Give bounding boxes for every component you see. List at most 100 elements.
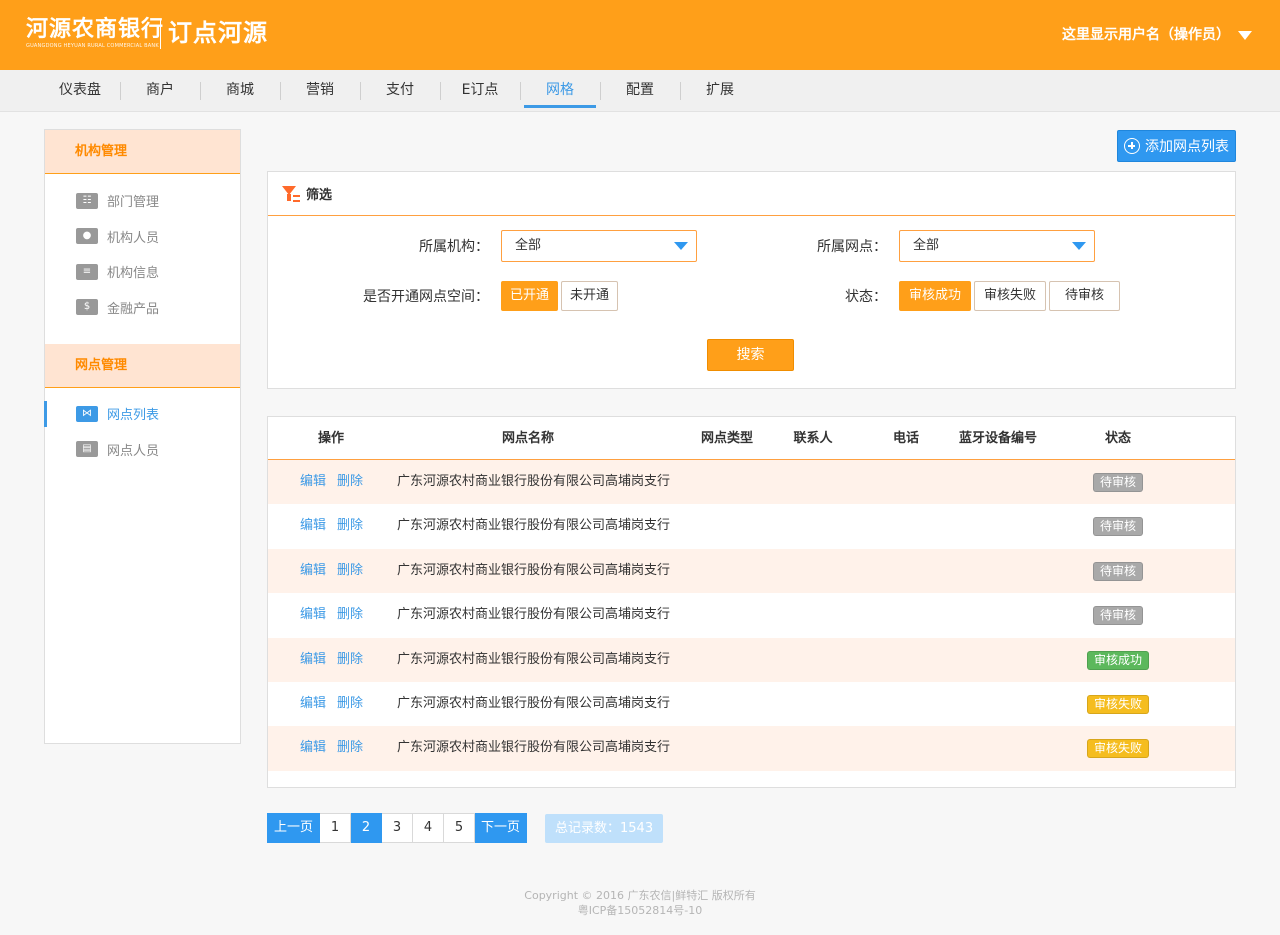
person-icon: ●: [76, 228, 98, 245]
bank-logo[interactable]: 河源农商银行 GUANGDONG HEYUAN RURAL COMMERCIAL…: [26, 17, 165, 51]
branch-name-cell: 广东河源农村商业银行股份有限公司高埔岗支行: [397, 562, 671, 578]
table-row: 编辑 删除 广东河源农村商业银行股份有限公司高埔岗支行 审核失败: [268, 682, 1235, 726]
table-header: 操作 网点名称 网点类型 联系人 电话 蓝牙设备编号 状态: [268, 417, 1235, 460]
page-button-3[interactable]: 3: [382, 813, 414, 843]
table-row: 编辑 删除 广东河源农村商业银行股份有限公司高埔岗支行 待审核: [268, 504, 1235, 548]
branch-name-cell: 广东河源农村商业银行股份有限公司高埔岗支行: [397, 607, 671, 623]
delete-link[interactable]: 删除: [337, 460, 363, 504]
add-branch-button[interactable]: 添加网点列表: [1117, 130, 1236, 162]
table-row: 编辑 删除 广东河源农村商业银行股份有限公司高埔岗支行 待审核: [268, 593, 1235, 637]
page-button-4[interactable]: 4: [413, 813, 445, 843]
sidebar-item-org-info[interactable]: ≡ 机构信息: [45, 254, 240, 290]
user-name: 这里显示用户名（操作员）: [1062, 27, 1230, 43]
edit-link[interactable]: 编辑: [300, 504, 326, 548]
pagination: 上一页 1 2 3 4 5 下一页: [267, 813, 528, 843]
status-badge: 待审核: [1093, 473, 1144, 492]
nav-item-dashboard[interactable]: 仪表盘: [40, 70, 120, 112]
table-row: 编辑 删除 广东河源农村商业银行股份有限公司高埔岗支行 待审核: [268, 460, 1235, 505]
edit-link[interactable]: 编辑: [300, 638, 326, 682]
app-slogan: 订点河源: [168, 19, 268, 47]
sidebar-item-label: 机构信息: [107, 266, 160, 282]
id-card-icon: ▤: [76, 441, 98, 458]
status-badge: 审核失败: [1087, 739, 1150, 759]
money-icon: $: [76, 299, 98, 316]
org-chart-icon: ☷: [76, 192, 98, 209]
filter-funnel-icon: [282, 185, 300, 203]
edit-link[interactable]: 编辑: [300, 460, 326, 504]
column-header-branch-type: 网点类型: [700, 431, 753, 446]
icp-text: 粤ICP备15052814号-10: [577, 904, 703, 917]
status-option-approved[interactable]: 审核成功: [899, 281, 971, 311]
dropdown-triangle-icon: [1072, 242, 1086, 250]
space-option-not-opened[interactable]: 未开通: [561, 281, 618, 311]
column-header-bluetooth: 蓝牙设备编号: [958, 431, 1037, 446]
status-badge: 待审核: [1093, 606, 1144, 626]
table-row: 编辑 删除 广东河源农村商业银行股份有限公司高埔岗支行 审核失败: [268, 726, 1235, 771]
next-page-button[interactable]: 下一页: [475, 813, 528, 843]
status-badge: 审核失败: [1087, 694, 1150, 714]
search-button[interactable]: 搜索: [707, 339, 794, 371]
filter-header: 筛选: [268, 172, 1235, 216]
branch-name-cell: 广东河源农村商业银行股份有限公司高埔岗支行: [397, 518, 671, 534]
table-row: 编辑 删除 广东河源农村商业银行股份有限公司高埔岗支行 审核成功: [268, 637, 1235, 682]
org-filter-label: 所属机构：: [419, 239, 489, 255]
table-row: 编辑 删除 广东河源农村商业银行股份有限公司高埔岗支行 待审核: [268, 548, 1235, 594]
nav-item-mall[interactable]: 商城: [200, 70, 280, 112]
page-button-5[interactable]: 5: [444, 813, 476, 843]
delete-link[interactable]: 删除: [337, 504, 363, 548]
edit-link[interactable]: 编辑: [300, 726, 326, 770]
dropdown-triangle-icon: [674, 242, 688, 250]
branch-name-cell: 广东河源农村商业银行股份有限公司高埔岗支行: [397, 740, 671, 756]
delete-link[interactable]: 删除: [337, 638, 363, 682]
column-header-actions: 操作: [317, 431, 344, 446]
nav-item-config[interactable]: 配置: [600, 70, 680, 112]
total-records: 总记录数：1543: [545, 814, 664, 843]
sidebar-item-label: 网点列表: [107, 408, 160, 424]
nav-item-extensions[interactable]: 扩展: [680, 70, 760, 112]
document-icon: ≡: [76, 263, 98, 280]
total-records-value: 1543: [620, 821, 654, 836]
sidebar-group-branch: 网点管理: [45, 344, 240, 388]
branch-name-cell: 广东河源农村商业银行股份有限公司高埔岗支行: [397, 474, 671, 489]
column-header-status: 状态: [1104, 431, 1131, 446]
page-button-2[interactable]: 2: [351, 813, 383, 843]
user-menu[interactable]: 这里显示用户名（操作员）: [1062, 25, 1252, 45]
nav-item-e-order[interactable]: E订点: [440, 70, 520, 112]
status-option-pending[interactable]: 待审核: [1049, 281, 1120, 311]
branch-select[interactable]: 全部: [899, 230, 1095, 262]
status-badge: 待审核: [1093, 561, 1144, 581]
sidebar-item-label: 网点人员: [107, 443, 160, 459]
sidebar-item-departments[interactable]: ☷ 部门管理: [45, 183, 240, 219]
footer: Copyright © 2016 广东农信|鲜特汇 版权所有 粤ICP备1505…: [0, 888, 1280, 918]
edit-link[interactable]: 编辑: [300, 682, 326, 726]
edit-link[interactable]: 编辑: [300, 593, 326, 637]
prev-page-button[interactable]: 上一页: [267, 813, 321, 843]
network-icon: ⋈: [76, 405, 98, 422]
sidebar-item-branch-list[interactable]: ⋈ 网点列表: [44, 396, 240, 432]
delete-link[interactable]: 删除: [337, 726, 363, 770]
nav-item-merchants[interactable]: 商户: [120, 70, 200, 112]
delete-link[interactable]: 删除: [337, 682, 363, 726]
branch-select-value: 全部: [913, 238, 940, 253]
sidebar-item-branch-staff[interactable]: ▤ 网点人员: [45, 432, 240, 468]
logo-subtext: GUANGDONG HEYUAN RURAL COMMERCIAL BANK: [26, 43, 159, 49]
nav-item-marketing[interactable]: 营销: [280, 70, 360, 112]
copyright-text: Copyright © 2016 广东农信|鲜特汇 版权所有: [524, 889, 756, 902]
org-select-value: 全部: [515, 238, 542, 253]
status-option-rejected[interactable]: 审核失败: [974, 281, 1046, 311]
main-nav: 仪表盘 商户 商城 营销 支付 E订点 网格 配置 扩展: [0, 70, 1280, 112]
space-option-opened[interactable]: 已开通: [501, 281, 558, 311]
nav-item-grid[interactable]: 网格: [520, 70, 600, 112]
page-button-1[interactable]: 1: [320, 813, 352, 843]
sidebar-item-financial-products[interactable]: $ 金融产品: [45, 290, 240, 326]
nav-item-payment[interactable]: 支付: [360, 70, 440, 112]
edit-link[interactable]: 编辑: [300, 549, 326, 593]
delete-link[interactable]: 删除: [337, 593, 363, 637]
sidebar-item-org-staff[interactable]: ● 机构人员: [45, 219, 240, 255]
plus-circle-icon: [1124, 138, 1140, 154]
logo-text: 河源农商银行: [26, 17, 165, 42]
filter-title: 筛选: [306, 188, 333, 203]
org-select[interactable]: 全部: [501, 230, 697, 262]
total-records-label: 总记录数：: [555, 821, 621, 836]
delete-link[interactable]: 删除: [337, 549, 363, 593]
